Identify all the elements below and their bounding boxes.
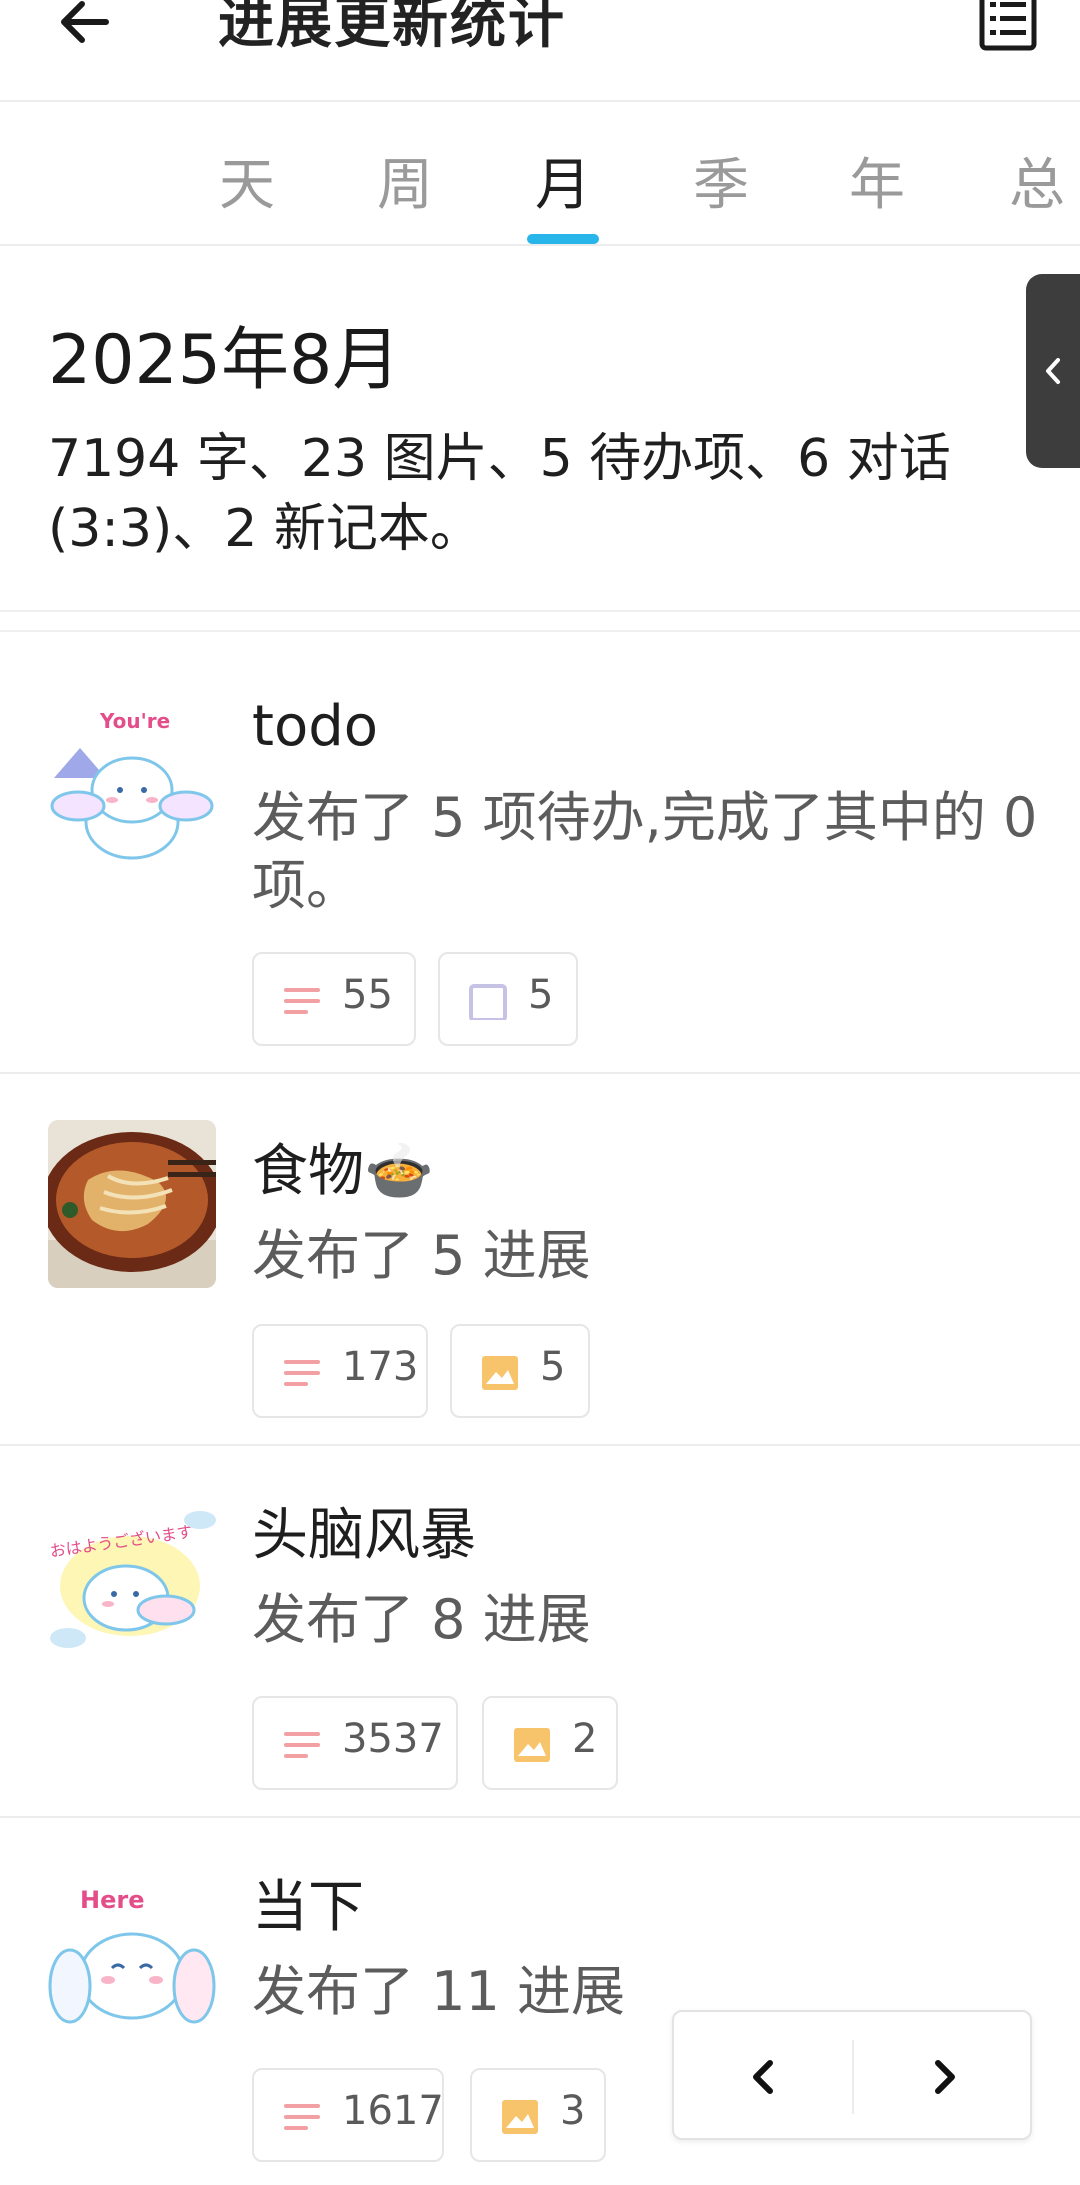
back-button[interactable] [50,0,120,58]
active-tab-indicator [527,234,599,244]
summary-text: 7194 字、23 图片、5 待办项、6 对话 (3:3)、2 新记本。 [48,429,951,559]
notebook-item-food[interactable]: 食物🍲 发布了 5 进展 173 5 [0,1074,1080,1446]
chevron-left-icon [753,2060,773,2094]
summary-date: 2025年8月 [48,321,401,400]
tab-month[interactable]: 月 [508,140,618,221]
notebook-description: 发布了 5 项待办,完成了其中的 0 项。 [252,786,1038,917]
notebook-name: 头脑风暴 [252,1503,476,1568]
stats-page: 进展更新统计 天 周 月 季 年 总 2025年8月 7194 字、23 图片、… [0,0,1080,2185]
side-drawer-handle[interactable] [1026,274,1080,468]
word-count: 1617 [342,2088,444,2134]
image-icon [502,2100,538,2134]
word-count-badge: 1617 [252,2068,444,2162]
checkbox-icon [469,984,507,1020]
text-lines-icon [284,1360,320,1386]
image-count: 2 [572,1716,598,1762]
word-count-badge: 173 [252,1324,428,1418]
tab-day[interactable]: 天 [192,140,302,221]
page-title: 进展更新统计 [218,0,566,56]
image-count-badge: 5 [450,1324,590,1418]
word-count-badge: 55 [252,952,416,1046]
previous-page-button[interactable] [674,2012,852,2142]
chevron-left-icon [1046,358,1060,384]
period-tabs: 天 周 月 季 年 总 [0,104,1080,246]
notebook-name: todo [252,694,379,759]
notebook-item-todo[interactable]: You're todo 发布了 5 项待办,完成了其中的 0 项。 55 5 [0,634,1080,1074]
chevron-right-icon [935,2060,955,2094]
todo-count-badge: 5 [438,952,578,1046]
image-icon [482,1356,518,1390]
word-count: 173 [342,1344,419,1390]
notebook-name: 食物🍲 [252,1139,434,1204]
notebook-item-brainstorm[interactable]: おはようございます 头脑风暴 发布了 8 进展 3537 2 [0,1446,1080,1818]
notebook-thumbnail: おはようございます [48,1506,216,1674]
list-view-button[interactable] [976,0,1040,54]
image-count-badge: 2 [482,1696,618,1790]
tab-total[interactable]: 总 [982,140,1080,221]
tab-year[interactable]: 年 [822,140,932,221]
notebook-description: 发布了 8 进展 [252,1588,591,1651]
top-app-bar: 进展更新统计 [0,0,1080,102]
summary-card: 2025年8月 7194 字、23 图片、5 待办项、6 对话 (3:3)、2 … [0,248,1080,612]
svg-text:You're: You're [99,709,170,733]
image-count: 3 [560,2088,586,2134]
notebook-description: 发布了 5 进展 [252,1224,591,1287]
pager-control [672,2010,1032,2140]
tab-quarter[interactable]: 季 [666,140,776,221]
word-count-badge: 3537 [252,1696,458,1790]
list-icon [979,0,1037,51]
text-lines-icon [284,1732,320,1758]
tab-week[interactable]: 周 [350,140,460,221]
text-lines-icon [284,2104,320,2130]
word-count: 3537 [342,1716,444,1762]
image-icon [514,1728,550,1762]
text-lines-icon [284,988,320,1014]
arrow-left-icon [61,1,109,43]
svg-text:Here: Here [80,1886,144,1914]
notebook-name: 当下 [252,1875,364,1940]
image-count: 5 [540,1344,566,1390]
divider [0,630,1080,632]
word-count: 55 [342,972,393,1018]
notebook-thumbnail: Here [48,1876,216,2044]
notebook-thumbnail [48,1120,216,1288]
notebook-thumbnail: You're [48,702,216,870]
todo-count: 5 [528,972,554,1018]
next-page-button[interactable] [854,2012,1032,2142]
image-count-badge: 3 [470,2068,606,2162]
